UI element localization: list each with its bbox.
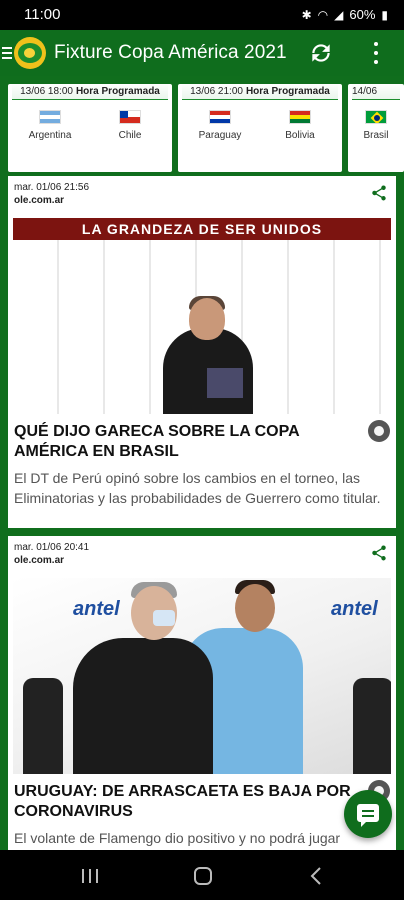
match-header: 13/06 21:00 Hora Programada (182, 84, 338, 100)
status-bar: 11:00 ✱ ◠ ◢ 60% ▮ (0, 0, 404, 30)
news-date: mar. 01/06 20:41 (14, 542, 90, 553)
match-datetime: 14/06 (352, 86, 378, 97)
flag-icon (365, 110, 387, 124)
content-area: 13/06 18:00 Hora Programada Argentina Ch… (0, 76, 404, 850)
news-title-wrap[interactable]: QUÉ DIJO GARECA SOBRE LA COPA AMÉRICA EN… (8, 414, 396, 462)
news-image[interactable]: antel antel (13, 578, 391, 774)
app-title: Fixture Copa América 2021 (54, 42, 287, 63)
flag-icon (39, 110, 61, 124)
battery-level: 60% (349, 7, 376, 22)
refresh-icon[interactable] (308, 40, 334, 66)
news-source: ole.com.ar (14, 555, 65, 566)
person-head (189, 298, 225, 340)
status-time: 11:00 (24, 6, 61, 23)
battery-icon: ▮ (381, 7, 388, 22)
sponsor-logo: antel (73, 598, 120, 620)
news-summary: El volante de Flamengo dio positivo y no… (14, 830, 341, 846)
team-name: Paraguay (198, 130, 242, 141)
news-card[interactable]: mar. 01/06 20:41 ole.com.ar antel antel … (8, 536, 396, 850)
flag-icon (289, 110, 311, 124)
match-card[interactable]: 13/06 18:00 Hora Programada Argentina Ch… (8, 84, 172, 172)
seat-shape (23, 678, 63, 774)
source-logo-icon (368, 420, 390, 442)
share-icon[interactable] (370, 184, 388, 202)
team-name: Argentina (28, 130, 72, 141)
team-name: Chile (118, 130, 142, 141)
sponsor-logo: antel (331, 598, 378, 620)
home-icon[interactable] (194, 867, 212, 885)
news-title: URUGUAY: DE ARRASCAETA ES BAJA POR CORON… (14, 783, 351, 820)
news-summary: El DT de Perú opinó sobre los cambios en… (14, 470, 381, 506)
news-title-wrap[interactable]: URUGUAY: DE ARRASCAETA ES BAJA POR CORON… (8, 774, 396, 822)
match-datetime: 13/06 18:00 (20, 86, 73, 97)
flag-icon (119, 110, 141, 124)
player-head (235, 584, 275, 632)
seat-shape (353, 678, 391, 774)
chat-fab-button[interactable] (344, 790, 392, 838)
system-nav-bar (0, 850, 404, 900)
laptop-shape (207, 368, 243, 398)
signal-icon: ◢ (334, 7, 344, 22)
team-name: Brasil (363, 130, 389, 141)
news-source: ole.com.ar (14, 195, 65, 206)
news-card[interactable]: mar. 01/06 21:56 ole.com.ar LA GRANDEZA … (8, 176, 396, 528)
news-title: QUÉ DIJO GARECA SOBRE LA COPA AMÉRICA EN… (14, 423, 300, 460)
news-image[interactable]: LA GRANDEZA DE SER UNIDOS (13, 218, 391, 414)
home-team: Brasil (348, 110, 404, 141)
app-logo (14, 37, 46, 69)
menu-icon[interactable] (2, 47, 14, 59)
bluetooth-icon: ✱ (301, 7, 312, 22)
recents-icon[interactable] (82, 869, 98, 883)
status-icons: ✱ ◠ ◢ 60% ▮ (302, 7, 388, 22)
coach-figure (73, 638, 213, 774)
news-date: mar. 01/06 21:56 (14, 182, 90, 193)
back-icon[interactable] (310, 867, 322, 885)
face-mask (153, 610, 175, 626)
share-icon[interactable] (370, 544, 388, 562)
flag-icon (209, 110, 231, 124)
match-header: 14/06 (352, 84, 400, 100)
more-vert-icon[interactable] (370, 40, 382, 66)
team-name: Bolivia (285, 130, 315, 141)
match-card[interactable]: 13/06 21:00 Hora Programada Paraguay Bol… (178, 84, 342, 172)
match-header: 13/06 18:00 Hora Programada (12, 84, 168, 100)
app-bar: Fixture Copa América 2021 (0, 30, 404, 76)
home-team: Paraguay (182, 110, 258, 141)
match-datetime: 13/06 21:00 (190, 86, 243, 97)
wifi-icon: ◠ (317, 7, 329, 22)
away-team: Bolivia (262, 110, 338, 141)
home-team: Argentina (12, 110, 88, 141)
fixture-carousel[interactable]: 13/06 18:00 Hora Programada Argentina Ch… (8, 84, 404, 172)
match-status: Hora Programada (245, 86, 330, 97)
image-banner: LA GRANDEZA DE SER UNIDOS (13, 218, 391, 240)
chat-icon (357, 804, 379, 827)
match-card[interactable]: 14/06 Brasil (348, 84, 404, 172)
away-team: Chile (92, 110, 168, 141)
match-status: Hora Programada (75, 86, 160, 97)
